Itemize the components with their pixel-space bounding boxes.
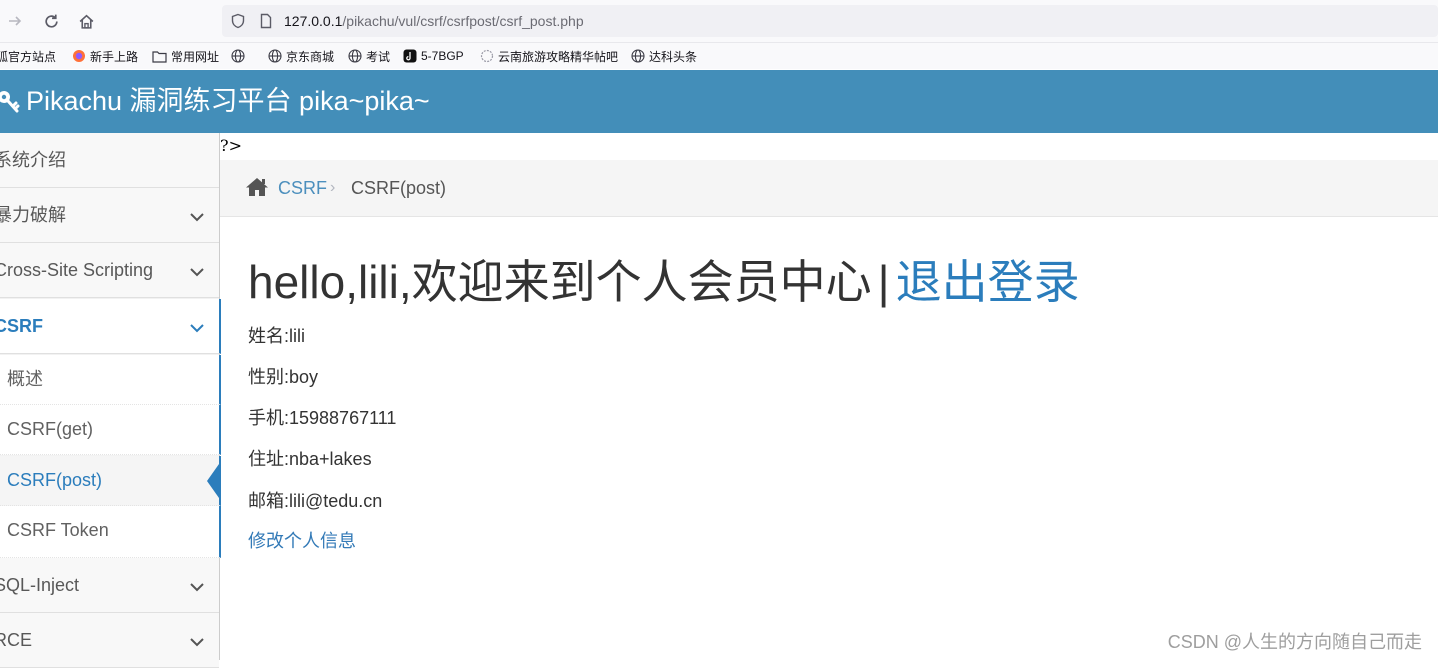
bookmark-label: 云南旅游攻略精华帖吧: [498, 49, 619, 64]
edit-profile-link[interactable]: 修改个人信息: [248, 527, 356, 553]
sidebar-subitem-csrf-get[interactable]: CSRF(get): [0, 405, 221, 455]
sidebar-subitem-label: CSRF(post): [7, 470, 103, 490]
chevron-down-icon: [189, 320, 205, 338]
stray-php-text: ?>: [220, 136, 242, 155]
sidebar-item-label: 暴力破解: [0, 205, 66, 225]
sidebar-subitem-label: CSRF Token: [7, 520, 109, 540]
welcome-text: hello,lili,欢迎来到个人会员中心: [248, 256, 872, 308]
sidebar-item-sql-inject[interactable]: SQL-Inject: [0, 558, 219, 613]
app-header: Pikachu 漏洞练习平台 pika~pika~: [0, 70, 1438, 133]
sidebar-item-label: RCE: [0, 630, 33, 650]
bookmark-item[interactable]: 京东商城: [268, 43, 334, 69]
home-button[interactable]: [73, 8, 99, 34]
bookmarks-bar: 狐官方站点 新手上路 常用网址 京东商城 考试 5-7BGP 云南旅游攻略精华帖…: [0, 43, 1438, 69]
sidebar-item-xss[interactable]: Cross-Site Scripting: [0, 243, 219, 298]
globe-icon: [348, 49, 362, 63]
shield-icon[interactable]: [230, 13, 246, 34]
app-title[interactable]: Pikachu 漏洞练习平台 pika~pika~: [26, 70, 430, 133]
watermark: CSDN @人生的方向随自己而走: [1167, 632, 1422, 652]
home-icon[interactable]: [245, 177, 269, 202]
bookmark-item[interactable]: 新手上路: [72, 43, 138, 69]
chevron-down-icon: [189, 634, 205, 652]
bookmark-item[interactable]: 5-7BGP: [403, 43, 464, 69]
url-path: /pikachu/vul/csrf/csrfpost/csrf_post.php: [342, 13, 584, 29]
tieba-icon: [480, 49, 494, 63]
sidebar: 系统介绍 暴力破解 Cross-Site Scripting CSRF 概述 C…: [0, 133, 221, 668]
sidebar-item-brute-force[interactable]: 暴力破解: [0, 188, 219, 243]
bookmark-label: 5-7BGP: [421, 49, 464, 63]
bookmark-label: 狐官方站点: [0, 49, 57, 64]
globe-icon: [268, 49, 282, 63]
url-host: 127.0.0.1: [284, 13, 343, 29]
bookmark-item[interactable]: 狐官方站点: [0, 43, 56, 69]
info-name: 姓名:lili: [248, 326, 305, 346]
sidebar-item-label: Cross-Site Scripting: [0, 260, 154, 280]
breadcrumb-current: CSRF(post): [351, 178, 447, 198]
page-info-icon[interactable]: [258, 13, 274, 34]
welcome-heading: hello,lili,欢迎来到个人会员中心 | 退出登录: [248, 252, 1080, 312]
bookmark-item[interactable]: [231, 43, 249, 69]
breadcrumb-link-csrf[interactable]: CSRF: [278, 160, 327, 216]
breadcrumb-separator-icon: ›: [330, 179, 336, 196]
bookmark-label: 考试: [366, 49, 391, 64]
sidebar-item-intro[interactable]: 系统介绍: [0, 133, 219, 188]
sidebar-subitem-label: CSRF(get): [7, 419, 94, 439]
sidebar-item-label: CSRF: [0, 316, 43, 336]
folder-icon: [152, 50, 167, 63]
bookmark-label: 京东商城: [286, 49, 335, 64]
info-address: 住址:nba+lakes: [248, 449, 372, 469]
sidebar-item-label: 系统介绍: [0, 150, 66, 170]
arrow-right-icon: [9, 16, 22, 26]
bookmark-item[interactable]: 常用网址: [152, 43, 219, 69]
bookmark-label: 达科头条: [649, 49, 698, 64]
url-text[interactable]: 127.0.0.1/pikachu/vul/csrf/csrfpost/csrf…: [284, 5, 584, 37]
info-email: 邮箱:lili@tedu.cn: [248, 491, 383, 511]
info-gender: 性别:boy: [248, 367, 319, 387]
tiktok-icon: [403, 49, 417, 63]
key-icon: [0, 89, 20, 120]
bookmark-label: 新手上路: [90, 49, 139, 64]
logout-link[interactable]: 退出登录: [896, 256, 1080, 308]
bookmark-item[interactable]: 云南旅游攻略精华帖吧: [480, 43, 618, 69]
bookmark-item[interactable]: 考试: [348, 43, 390, 69]
browser-toolbar: 127.0.0.1/pikachu/vul/csrf/csrfpost/csrf…: [0, 0, 1438, 43]
sidebar-subitem-csrf-post[interactable]: CSRF(post): [0, 456, 221, 506]
info-phone: 手机:15988767111: [248, 408, 397, 428]
breadcrumb: CSRF › CSRF(post): [220, 160, 1438, 217]
globe-icon: [231, 49, 245, 63]
firefox-icon: [72, 49, 86, 63]
sidebar-item-label: SQL-Inject: [0, 575, 80, 595]
heading-separator: |: [877, 256, 890, 308]
sidebar-subitem-label: 概述: [7, 369, 43, 389]
home-icon: [79, 14, 93, 29]
bookmark-label: 常用网址: [171, 49, 220, 64]
bookmark-item[interactable]: 达科头条: [631, 43, 697, 69]
globe-icon: [631, 49, 645, 63]
sidebar-subitem-csrf-token[interactable]: CSRF Token: [0, 506, 221, 558]
forward-button[interactable]: [2, 8, 28, 34]
reload-icon: [44, 14, 58, 28]
sidebar-subitem-overview[interactable]: 概述: [0, 355, 221, 405]
url-bar[interactable]: 127.0.0.1/pikachu/vul/csrf/csrfpost/csrf…: [222, 5, 1438, 37]
chevron-down-icon: [189, 209, 205, 227]
reload-button[interactable]: [38, 8, 64, 34]
sidebar-item-csrf[interactable]: CSRF: [0, 299, 221, 354]
active-indicator-arrow: [207, 464, 219, 498]
chevron-down-icon: [189, 264, 205, 282]
chevron-down-icon: [189, 579, 205, 597]
